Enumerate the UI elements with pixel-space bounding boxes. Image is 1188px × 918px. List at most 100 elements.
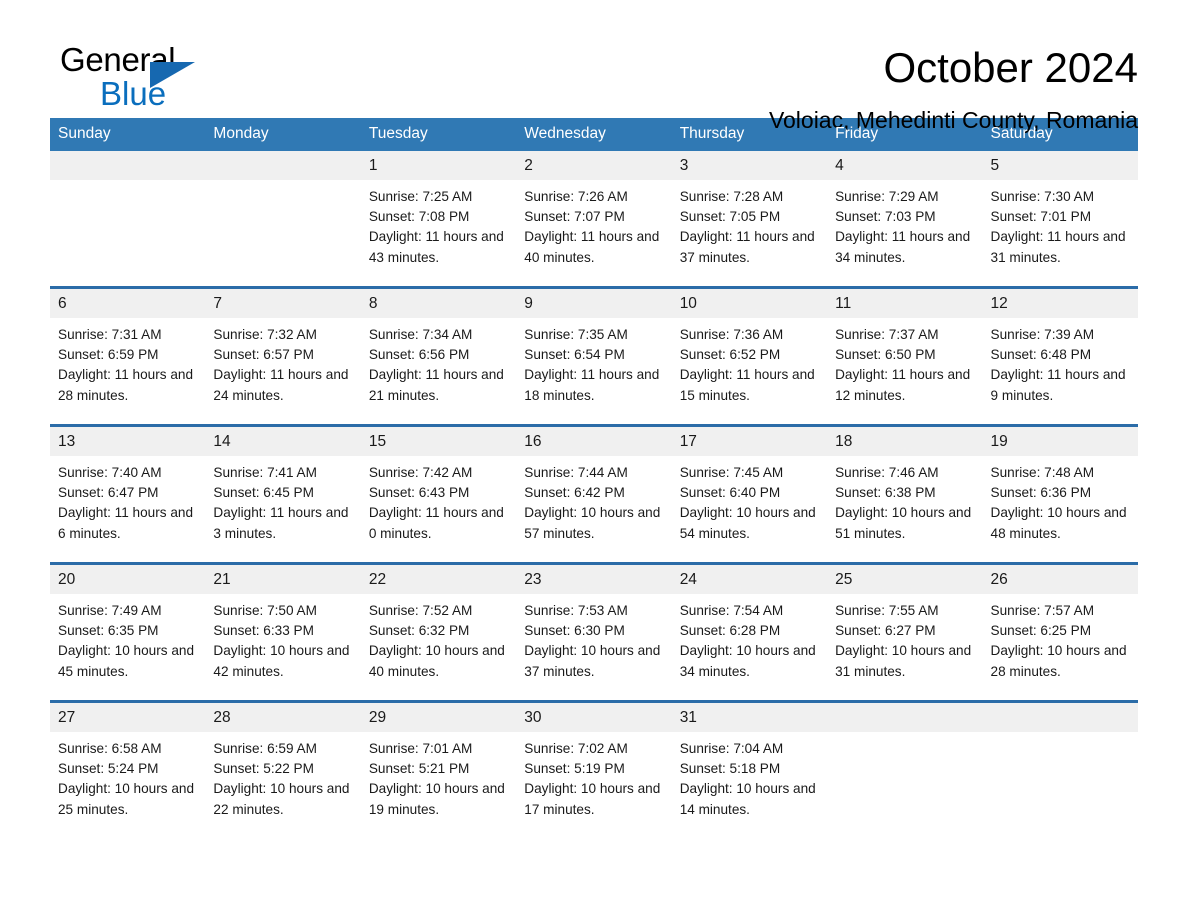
general-blue-logo[interactable]: General Blue (50, 42, 250, 118)
daylight-text: Daylight: 11 hours and 18 minutes. (524, 367, 660, 403)
day-number: 6 (50, 289, 206, 318)
page-title: October 2024 (883, 44, 1138, 91)
calendar-day-cell[interactable]: 3 Sunrise: 7:28 AM Sunset: 7:05 PM Daylight… (671, 151, 828, 286)
day-number: 21 (205, 565, 361, 594)
calendar-day-cell[interactable]: 20 Sunrise: 7:49 AM Sunset: 6:35 PM Dayligh… (50, 565, 206, 700)
day-number: 13 (50, 427, 206, 456)
calendar-day-cell[interactable]: 27 Sunrise: 6:58 AM Sunset: 5:24 PM Dayligh… (50, 703, 206, 838)
daylight-text: Daylight: 11 hours and 31 minutes. (990, 229, 1126, 265)
sunset-text: Sunset: 6:33 PM (213, 623, 314, 639)
sunset-text: Sunset: 6:25 PM (990, 623, 1092, 639)
calendar-day-cell[interactable]: 28 Sunrise: 6:59 AM Sunset: 5:22 PM Dayligh… (205, 703, 361, 838)
calendar-day-cell[interactable]: 7 Sunrise: 7:32 AM Sunset: 6:57 PM Daylight… (205, 289, 361, 424)
sunset-text: Sunset: 7:05 PM (679, 209, 781, 225)
calendar-day-cell[interactable]: 18 Sunrise: 7:46 AM Sunset: 6:38 PM Dayligh… (827, 427, 983, 562)
calendar-day-cell-empty (50, 151, 206, 286)
calendar-day-cell[interactable]: 26 Sunrise: 7:57 AM Sunset: 6:25 PM Dayligh… (982, 565, 1138, 700)
day-details: Sunrise: 7:57 AM Sunset: 6:25 PM Daylight:… (983, 594, 1138, 700)
calendar-day-cell[interactable]: 5 Sunrise: 7:30 AM Sunset: 7:01 PM Daylight… (982, 151, 1138, 286)
weekday-header-saturday: Saturday (990, 125, 1053, 142)
sunset-text: Sunset: 5:24 PM (58, 761, 159, 777)
calendar-day-cell[interactable]: 24 Sunrise: 7:54 AM Sunset: 6:28 PM Dayligh… (671, 565, 828, 700)
daylight-text: Daylight: 11 hours and 12 minutes. (835, 367, 971, 403)
sunrise-text: Sunrise: 7:40 AM (58, 465, 162, 480)
day-details: Sunrise: 7:39 AM Sunset: 6:48 PM Daylight:… (983, 318, 1138, 424)
sunset-text: Sunset: 5:19 PM (524, 761, 625, 777)
day-number: 23 (516, 565, 672, 594)
calendar-day-cell[interactable]: 21 Sunrise: 7:50 AM Sunset: 6:33 PM Dayligh… (205, 565, 361, 700)
day-number: 11 (827, 289, 983, 318)
day-details: Sunrise: 7:36 AM Sunset: 6:52 PM Daylight:… (672, 318, 827, 424)
day-number: 15 (360, 427, 517, 456)
daylight-text: Daylight: 10 hours and 37 minutes. (524, 643, 661, 679)
sunrise-text: Sunrise: 7:44 AM (524, 465, 628, 480)
page-header: General Blue October 2024 Voloiac, Mehed… (50, 0, 1138, 134)
sunrise-text: Sunrise: 6:58 AM (58, 741, 162, 756)
day-details: Sunrise: 7:54 AM Sunset: 6:28 PM Daylight:… (672, 594, 827, 700)
day-details: Sunrise: 7:53 AM Sunset: 6:30 PM Daylight:… (516, 594, 671, 700)
sunset-text: Sunset: 6:28 PM (679, 623, 781, 639)
sunrise-text: Sunrise: 7:29 AM (835, 189, 939, 204)
sunset-text: Sunset: 6:35 PM (58, 623, 159, 639)
calendar-day-cell[interactable]: 4 Sunrise: 7:29 AM Sunset: 7:03 PM Daylight… (827, 151, 983, 286)
sunset-text: Sunset: 7:08 PM (368, 209, 470, 225)
calendar-day-cell[interactable]: 25 Sunrise: 7:55 AM Sunset: 6:27 PM Dayligh… (827, 565, 983, 700)
calendar-day-cell[interactable]: 2 Sunrise: 7:26 AM Sunset: 7:07 PM Daylight… (516, 151, 672, 286)
calendar-day-cell[interactable]: 14 Sunrise: 7:41 AM Sunset: 6:45 PM Dayligh… (205, 427, 361, 562)
daylight-text: Daylight: 10 hours and 19 minutes. (368, 781, 505, 817)
sunset-text: Sunset: 6:54 PM (524, 347, 625, 363)
day-number (982, 703, 1138, 732)
day-details: Sunrise: 7:45 AM Sunset: 6:40 PM Daylight:… (672, 456, 827, 562)
day-number: 3 (671, 151, 828, 180)
sunrise-text: Sunrise: 7:57 AM (990, 603, 1095, 618)
day-details: Sunrise: 6:58 AM Sunset: 5:24 PM Daylight:… (50, 732, 205, 838)
calendar-day-cell[interactable]: 16 Sunrise: 7:44 AM Sunset: 6:42 PM Dayligh… (516, 427, 672, 562)
daylight-text: Daylight: 11 hours and 0 minutes. (368, 505, 504, 541)
day-number: 29 (360, 703, 517, 732)
day-number: 25 (827, 565, 983, 594)
calendar-day-cell[interactable]: 13 Sunrise: 7:40 AM Sunset: 6:47 PM Dayligh… (50, 427, 206, 562)
sunrise-text: Sunrise: 7:39 AM (990, 327, 1095, 342)
weekday-header-monday: Monday (213, 125, 269, 142)
day-number: 31 (671, 703, 828, 732)
sunset-text: Sunset: 5:22 PM (213, 761, 314, 777)
calendar-day-cell[interactable]: 31 Sunrise: 7:04 AM Sunset: 5:18 PM Dayligh… (671, 703, 828, 838)
calendar-day-cell[interactable]: 10 Sunrise: 7:36 AM Sunset: 6:52 PM Dayligh… (671, 289, 828, 424)
calendar-day-cell[interactable]: 1 Sunrise: 7:25 AM Sunset: 7:08 PM Daylight… (360, 151, 517, 286)
calendar-day-cell[interactable]: 22 Sunrise: 7:52 AM Sunset: 6:32 PM Dayligh… (360, 565, 517, 700)
daylight-text: Daylight: 11 hours and 43 minutes. (368, 229, 504, 265)
sunset-text: Sunset: 6:43 PM (368, 485, 470, 501)
daylight-text: Daylight: 10 hours and 17 minutes. (524, 781, 661, 817)
calendar-day-cell[interactable]: 9 Sunrise: 7:35 AM Sunset: 6:54 PM Daylight… (516, 289, 672, 424)
sunset-text: Sunset: 6:42 PM (524, 485, 625, 501)
day-number: 7 (205, 289, 361, 318)
calendar-day-cell[interactable]: 12 Sunrise: 7:39 AM Sunset: 6:48 PM Dayligh… (982, 289, 1138, 424)
day-details: Sunrise: 7:41 AM Sunset: 6:45 PM Daylight:… (205, 456, 360, 562)
calendar-week-row: 27 Sunrise: 6:58 AM Sunset: 5:24 PM Dayligh… (50, 703, 1138, 838)
sunset-text: Sunset: 7:03 PM (835, 209, 936, 225)
day-number: 24 (671, 565, 828, 594)
daylight-text: Daylight: 11 hours and 37 minutes. (679, 229, 815, 265)
day-details (50, 180, 205, 286)
sunset-text: Sunset: 6:56 PM (368, 347, 470, 363)
calendar-week-row: 20 Sunrise: 7:49 AM Sunset: 6:35 PM Dayligh… (50, 565, 1138, 703)
sunrise-text: Sunrise: 7:34 AM (368, 327, 473, 342)
sunrise-text: Sunrise: 7:30 AM (990, 189, 1095, 204)
sunrise-text: Sunrise: 7:53 AM (524, 603, 628, 618)
calendar-day-cell[interactable]: 23 Sunrise: 7:53 AM Sunset: 6:30 PM Dayligh… (516, 565, 672, 700)
day-details (827, 732, 982, 838)
calendar-day-cell[interactable]: 17 Sunrise: 7:45 AM Sunset: 6:40 PM Dayligh… (671, 427, 828, 562)
calendar-day-cell[interactable]: 15 Sunrise: 7:42 AM Sunset: 6:43 PM Dayligh… (360, 427, 517, 562)
calendar-day-cell[interactable]: 19 Sunrise: 7:48 AM Sunset: 6:36 PM Dayligh… (982, 427, 1138, 562)
day-details: Sunrise: 7:04 AM Sunset: 5:18 PM Daylight:… (672, 732, 827, 838)
calendar-day-cell-empty (205, 151, 361, 286)
calendar-day-cell[interactable]: 29 Sunrise: 7:01 AM Sunset: 5:21 PM Dayligh… (360, 703, 517, 838)
calendar-day-cell[interactable]: 6 Sunrise: 7:31 AM Sunset: 6:59 PM Daylight… (50, 289, 206, 424)
day-details: Sunrise: 7:48 AM Sunset: 6:36 PM Daylight:… (983, 456, 1138, 562)
daylight-text: Daylight: 11 hours and 34 minutes. (835, 229, 971, 265)
calendar-day-cell[interactable]: 11 Sunrise: 7:37 AM Sunset: 6:50 PM Dayligh… (827, 289, 983, 424)
calendar-day-cell[interactable]: 8 Sunrise: 7:34 AM Sunset: 6:56 PM Daylight… (360, 289, 517, 424)
sunrise-text: Sunrise: 6:59 AM (213, 741, 317, 756)
calendar-day-cell[interactable]: 30 Sunrise: 7:02 AM Sunset: 5:19 PM Dayligh… (516, 703, 672, 838)
weekday-header-sunday: Sunday (58, 125, 111, 142)
